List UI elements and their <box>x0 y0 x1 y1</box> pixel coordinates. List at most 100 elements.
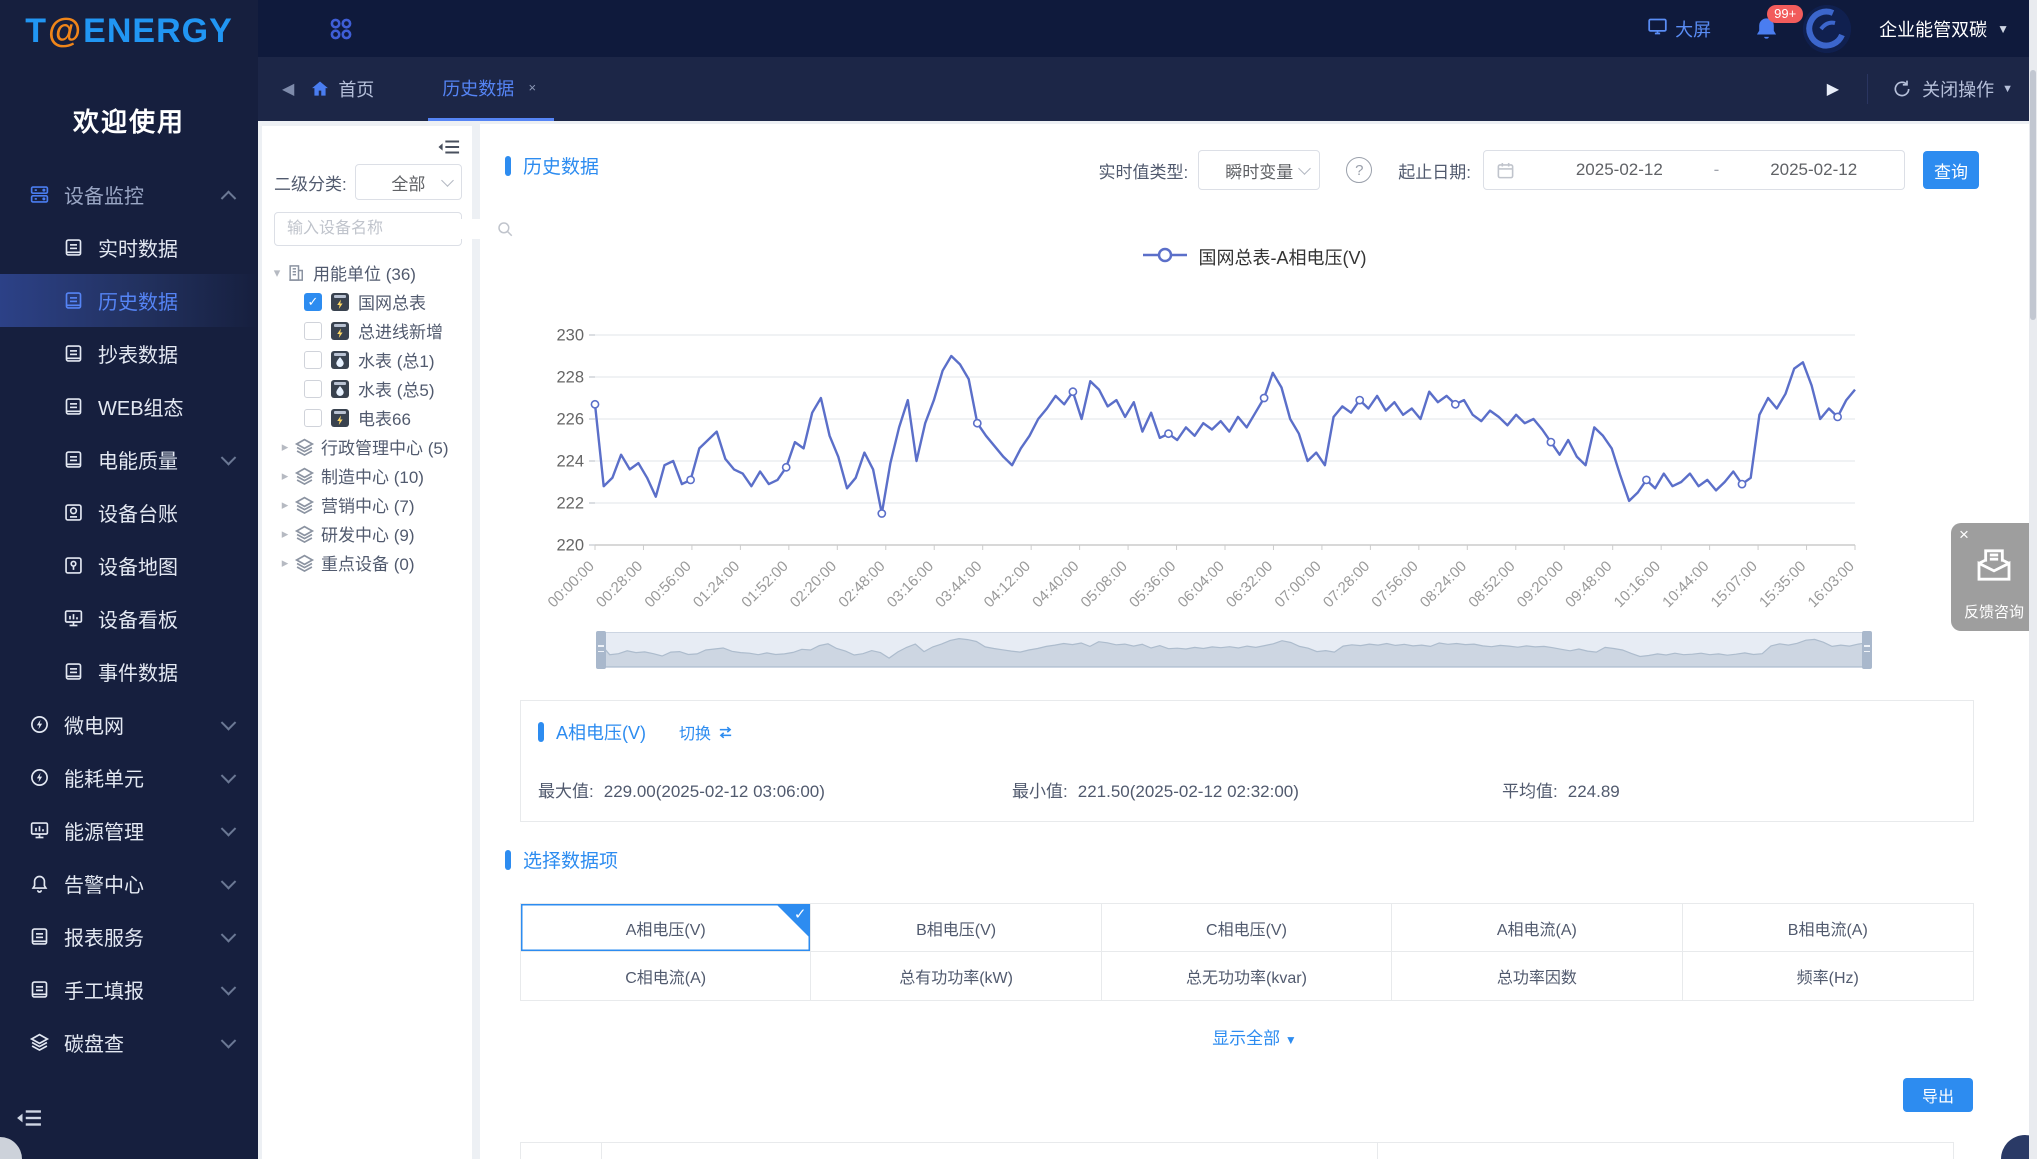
data-item-总无功功率(kvar)[interactable]: 总无功功率(kvar) <box>1102 952 1392 1000</box>
sidebar-item-实时数据[interactable]: 实时数据 <box>0 221 258 274</box>
data-item-A相电流(A)[interactable]: A相电流(A) <box>1392 904 1682 952</box>
tree-group-研发中心 (9)[interactable]: ▸研发中心 (9) <box>262 519 472 548</box>
date-range-picker[interactable]: 2025-02-12 - 2025-02-12 <box>1483 150 1905 190</box>
layers-icon <box>294 524 314 544</box>
sidebar-item-设备监控[interactable]: 设备监控 <box>0 168 258 221</box>
tree-closed-icon[interactable]: ▸ <box>278 555 292 571</box>
scrollbar-thumb[interactable] <box>2030 70 2036 320</box>
forward-arrow-icon[interactable]: ▶ <box>1827 79 1839 99</box>
avatar[interactable] <box>1803 5 1851 53</box>
show-all-link[interactable]: 显示全部 ▼ <box>480 1024 2029 1049</box>
tree-collapse-icon[interactable] <box>438 136 460 158</box>
org-selector[interactable]: 企业能管双碳 <box>1879 16 1987 42</box>
home-icon <box>310 79 330 99</box>
line-chart[interactable]: 22022222422622823000:00:0000:28:0000:56:… <box>535 323 1875 653</box>
data-item-B相电压(V)[interactable]: B相电压(V) <box>811 904 1101 952</box>
tree-root-node[interactable]: ▾ 用能单位 (36) <box>262 258 472 287</box>
tree-device-水表 (总5)[interactable]: 水表 (总5) <box>262 374 472 403</box>
tab-history-data[interactable]: 历史数据 × <box>428 57 554 121</box>
scrollbar[interactable] <box>2029 0 2037 1159</box>
feedback-close-icon[interactable]: × <box>1959 525 1969 545</box>
tree-group-重点设备 (0)[interactable]: ▸ 重点设备 (0) <box>262 548 472 577</box>
sidebar-item-设备地图[interactable]: 设备地图 <box>0 539 258 592</box>
device-checkbox[interactable] <box>304 351 322 369</box>
start-date-value[interactable]: 2025-02-12 <box>1529 160 1710 180</box>
sidebar-item-设备台账[interactable]: 设备台账 <box>0 486 258 539</box>
data-item-总功率因数[interactable]: 总功率因数 <box>1392 952 1682 1000</box>
stat-min-value: 221.50(2025-02-12 02:32:00) <box>1078 782 1299 801</box>
data-item-label: 总无功功率(kvar) <box>1186 964 1307 988</box>
data-item-C相电流(A)[interactable]: C相电流(A) <box>521 952 811 1000</box>
page-title-text: 历史数据 <box>523 157 599 178</box>
sidebar-item-设备看板[interactable]: 设备看板 <box>0 592 258 645</box>
group-label: 重点设备 (0) <box>321 550 415 575</box>
device-checkbox[interactable] <box>304 409 322 427</box>
datazoom-right-handle[interactable] <box>1862 631 1872 669</box>
table-cell <box>602 1143 1378 1159</box>
device-checkbox[interactable]: ✓ <box>304 293 322 311</box>
book-icon <box>28 979 50 1001</box>
end-date-value[interactable]: 2025-02-12 <box>1723 160 1904 180</box>
sidebar-item-抄表数据[interactable]: 抄表数据 <box>0 327 258 380</box>
tree-group-制造中心 (10)[interactable]: ▸制造中心 (10) <box>262 461 472 490</box>
tree-device-总进线新增[interactable]: 总进线新增 <box>262 316 472 345</box>
sidebar-item-碳盘查[interactable]: 碳盘查 <box>0 1016 258 1069</box>
tree-closed-icon[interactable]: ▸ <box>278 468 292 484</box>
home-tab[interactable]: 首页 <box>310 76 374 102</box>
tree-open-icon[interactable]: ▾ <box>270 265 284 281</box>
close-operations-button[interactable]: 关闭操作 <box>1922 76 1994 102</box>
data-item-频率(Hz)[interactable]: 频率(Hz) <box>1683 952 1973 1000</box>
tree-closed-icon[interactable]: ▸ <box>278 497 292 513</box>
sidebar-item-告警中心[interactable]: 告警中心 <box>0 857 258 910</box>
sidebar-item-报表服务[interactable]: 报表服务 <box>0 910 258 963</box>
tree-device-水表 (总1)[interactable]: 水表 (总1) <box>262 345 472 374</box>
data-item-C相电压(V)[interactable]: C相电压(V) <box>1102 904 1392 952</box>
sidebar-item-电能质量[interactable]: 电能质量 <box>0 433 258 486</box>
svg-text:06:04:00: 06:04:00 <box>1175 558 1228 611</box>
sidebar-item-WEB组态[interactable]: WEB组态 <box>0 380 258 433</box>
tree-closed-icon[interactable]: ▸ <box>278 526 292 542</box>
datazoom-slider[interactable] <box>600 632 1868 668</box>
tree-device-电表66[interactable]: 电表66 <box>262 403 472 432</box>
realtime-type-select[interactable]: 瞬时变量 <box>1198 150 1320 190</box>
sidebar-item-label: 设备地图 <box>98 551 178 580</box>
sidebar-item-手工填报[interactable]: 手工填报 <box>0 963 258 1016</box>
bolt-icon <box>28 714 50 736</box>
sidebar-item-事件数据[interactable]: 事件数据 <box>0 645 258 698</box>
tree-group-行政管理中心 (5)[interactable]: ▸行政管理中心 (5) <box>262 432 472 461</box>
switch-param-link[interactable]: 切换 <box>679 720 734 744</box>
close-ops-caret-icon[interactable]: ▼ <box>2002 83 2013 95</box>
tree-group-营销中心 (7)[interactable]: ▸营销中心 (7) <box>262 490 472 519</box>
svg-text:02:48:00: 02:48:00 <box>835 558 888 611</box>
device-checkbox[interactable] <box>304 322 322 340</box>
datazoom-left-handle[interactable] <box>596 631 606 669</box>
tab-close-icon[interactable]: × <box>524 80 540 96</box>
data-item-总有功功率(kW)[interactable]: 总有功功率(kW) <box>811 952 1101 1000</box>
refresh-icon[interactable] <box>1892 79 1912 99</box>
sidebar-item-能源管理[interactable]: 能源管理 <box>0 804 258 857</box>
notification-bell-icon[interactable]: 99+ <box>1753 15 1781 43</box>
query-button[interactable]: 查询 <box>1923 151 1979 189</box>
back-arrow-icon[interactable]: ◀ <box>282 79 294 99</box>
tabbar-right: ▶ 关闭操作 ▼ <box>1827 74 2013 104</box>
sidebar-item-能耗单元[interactable]: 能耗单元 <box>0 751 258 804</box>
tree-closed-icon[interactable]: ▸ <box>278 439 292 455</box>
partial-table <box>520 1142 1954 1159</box>
apps-grid-icon[interactable] <box>328 16 354 42</box>
chart-legend[interactable]: 国网总表-A相电压(V) <box>480 244 2029 270</box>
big-screen-button[interactable]: 大屏 <box>1647 16 1711 42</box>
sidebar-collapse-icon[interactable] <box>16 1105 42 1131</box>
feedback-widget[interactable]: × 反馈咨询 <box>1951 523 2037 631</box>
sidebar-item-label: 报表服务 <box>64 922 144 951</box>
export-button[interactable]: 导出 <box>1903 1078 1973 1112</box>
device-search-input[interactable] <box>285 219 496 239</box>
sidebar-item-微电网[interactable]: 微电网 <box>0 698 258 751</box>
org-caret-down-icon[interactable]: ▼ <box>1997 22 2009 36</box>
sidebar-item-历史数据[interactable]: 历史数据 <box>0 274 258 327</box>
device-checkbox[interactable] <box>304 380 322 398</box>
data-item-A相电压(V)[interactable]: A相电压(V)✓ <box>521 904 811 952</box>
category-select[interactable]: 全部 <box>355 164 462 200</box>
data-item-B相电流(A)[interactable]: B相电流(A) <box>1683 904 1973 952</box>
help-icon[interactable]: ? <box>1346 157 1372 183</box>
tree-device-国网总表[interactable]: ✓国网总表 <box>262 287 472 316</box>
